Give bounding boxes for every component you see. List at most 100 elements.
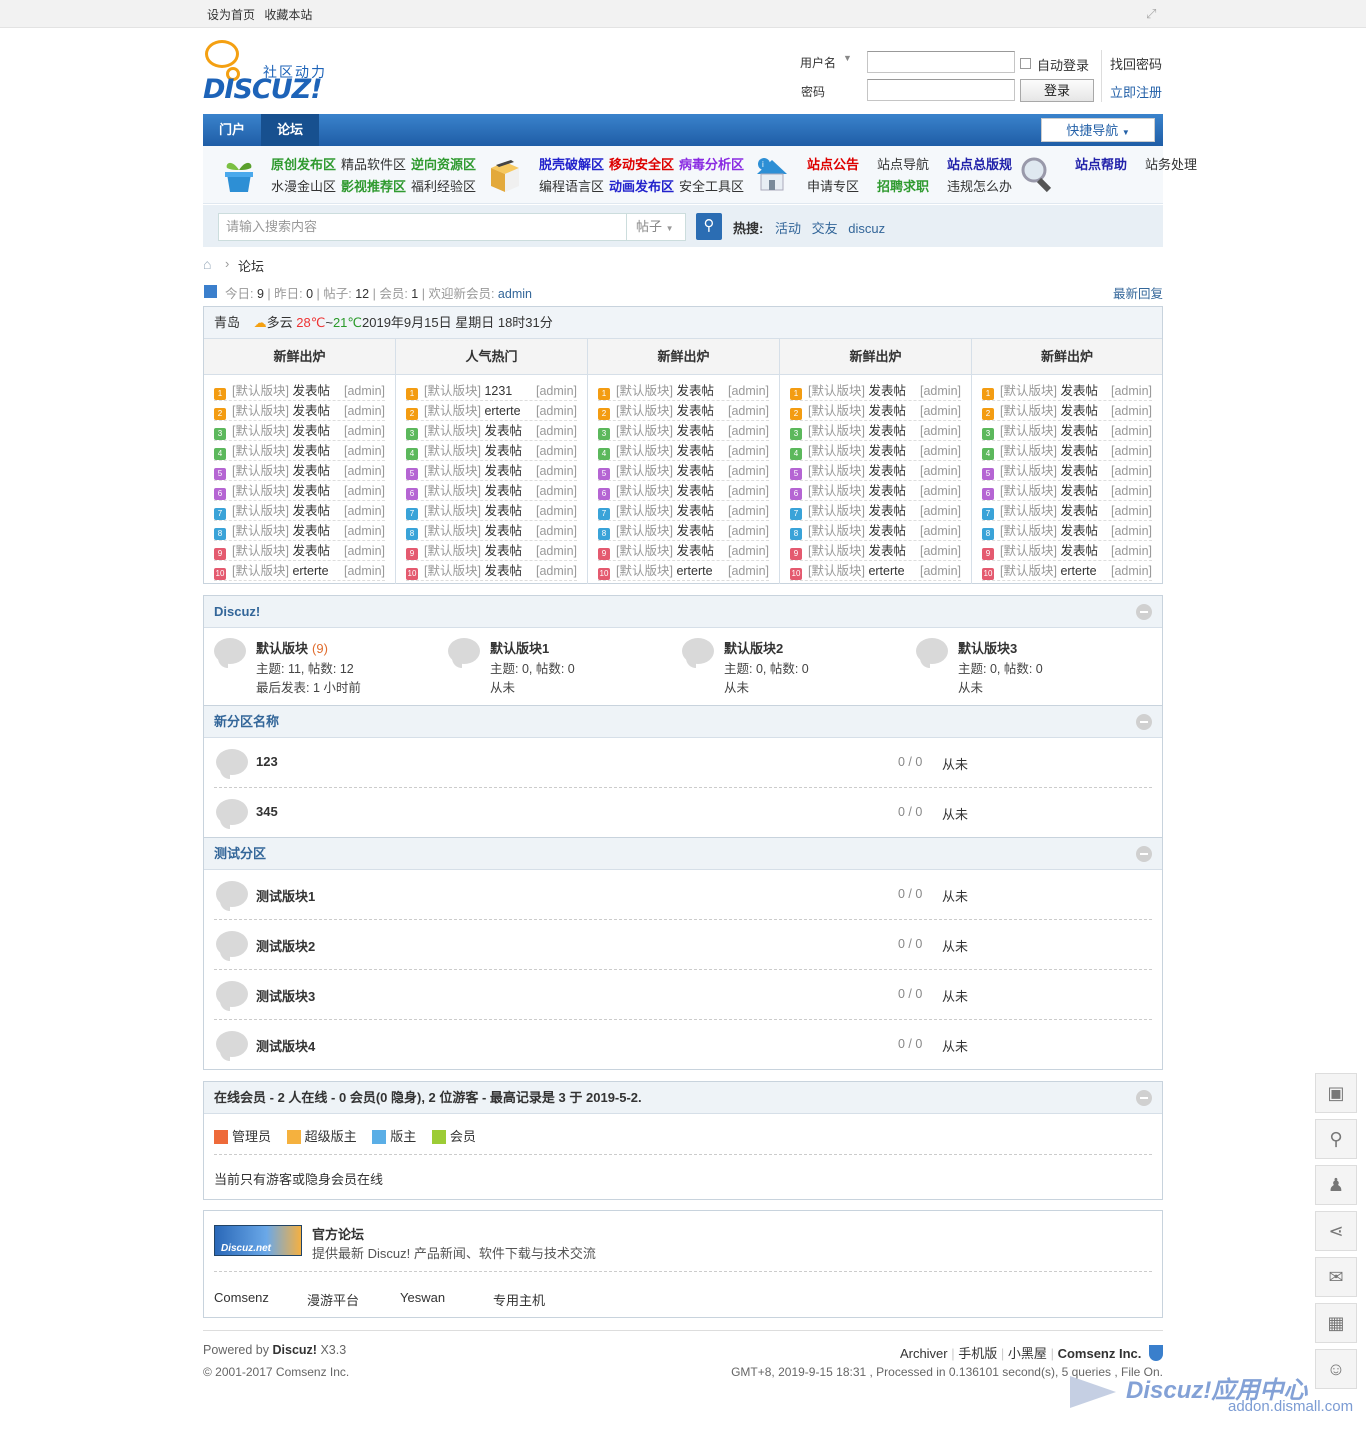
qr-code-button[interactable]: ▦ (1315, 1303, 1357, 1343)
thread-forum[interactable]: [默认版块] (808, 424, 865, 438)
thread-title[interactable]: 发表帖 (676, 484, 714, 498)
thread-title[interactable]: 发表帖 (676, 544, 714, 558)
thread-title[interactable]: 发表帖 (292, 444, 330, 458)
collapse-icon[interactable] (1136, 604, 1152, 620)
thread-forum[interactable]: [默认版块] (424, 424, 481, 438)
thread-title[interactable]: 发表帖 (1060, 424, 1098, 438)
hot-thread-item[interactable]: 3 [默认版块] 发表帖 [admin] (214, 421, 385, 441)
forum-row[interactable]: 测试版块1 0 / 0 从未 (214, 870, 1152, 920)
footer-brand-link[interactable]: Discuz! (273, 1343, 317, 1357)
hot-thread-item[interactable]: 9 [默认版块] 发表帖 [admin] (598, 541, 769, 561)
hot-search-link[interactable]: 交友 (812, 221, 838, 236)
hot-thread-item[interactable]: 8 [默认版块] 发表帖 [admin] (406, 521, 577, 541)
mobile-link[interactable]: 手机版 (958, 1346, 997, 1361)
quick-link[interactable]: 精品软件区 (341, 154, 406, 173)
thread-author[interactable]: [admin] (536, 381, 577, 401)
hot-search-link[interactable]: 活动 (775, 221, 801, 236)
thread-title[interactable]: 发表帖 (868, 424, 906, 438)
friend-link[interactable]: 漫游平台 (307, 1290, 359, 1309)
thread-author[interactable]: [admin] (920, 441, 961, 461)
hot-thread-item[interactable]: 10 [默认版块] erterte [admin] (790, 561, 961, 581)
thread-forum[interactable]: [默认版块] (1000, 424, 1057, 438)
thread-title[interactable]: 发表帖 (292, 524, 330, 538)
quick-link[interactable]: 编程语言区 (539, 176, 604, 195)
official-forum-link[interactable]: 官方论坛 (312, 1224, 364, 1243)
hot-thread-item[interactable]: 1 [默认版块] 发表帖 [admin] (214, 381, 385, 401)
thread-author[interactable]: [admin] (1111, 441, 1152, 461)
thread-forum[interactable]: [默认版块] (424, 384, 481, 398)
thread-title[interactable]: 发表帖 (1060, 484, 1098, 498)
bookmark-link[interactable]: 收藏本站 (264, 8, 312, 22)
hot-thread-item[interactable]: 1 [默认版块] 1231 [admin] (406, 381, 577, 401)
forum-name[interactable]: 测试版块2 (256, 936, 315, 955)
password-input[interactable] (867, 79, 1015, 101)
forum-name[interactable]: 测试版块3 (256, 986, 315, 1005)
hot-thread-item[interactable]: 10 [默认版块] erterte [admin] (214, 561, 385, 581)
hot-thread-item[interactable]: 9 [默认版块] 发表帖 [admin] (982, 541, 1152, 561)
forum-row[interactable]: 123 0 / 0 从未 (214, 738, 1152, 788)
thread-forum[interactable]: [默认版块] (232, 384, 289, 398)
thread-author[interactable]: [admin] (920, 561, 961, 581)
thread-forum[interactable]: [默认版块] (616, 464, 673, 478)
nav-forum[interactable]: 论坛 (261, 114, 319, 146)
thread-forum[interactable]: [默认版块] (616, 504, 673, 518)
thread-forum[interactable]: [默认版块] (808, 504, 865, 518)
forum-name[interactable]: 默认版块2 (724, 638, 787, 657)
thread-title[interactable]: 发表帖 (676, 444, 714, 458)
thread-author[interactable]: [admin] (728, 481, 769, 501)
thread-author[interactable]: [admin] (1111, 481, 1152, 501)
fullscreen-icon[interactable]: ⤢ (1146, 6, 1161, 21)
thread-forum[interactable]: [默认版块] (232, 484, 289, 498)
thread-title[interactable]: 发表帖 (1060, 384, 1098, 398)
quick-link[interactable]: 站点导航 (877, 154, 929, 173)
forum-name[interactable]: 默认版块1 (490, 638, 553, 657)
thread-forum[interactable]: [默认版块] (424, 484, 481, 498)
hot-thread-item[interactable]: 4 [默认版块] 发表帖 [admin] (214, 441, 385, 461)
chevron-down-icon[interactable]: ▼ (843, 53, 852, 63)
thread-forum[interactable]: [默认版块] (232, 524, 289, 538)
thread-forum[interactable]: [默认版块] (424, 444, 481, 458)
thread-author[interactable]: [admin] (536, 561, 577, 581)
forum-name[interactable]: 默认版块3 (958, 638, 1021, 657)
thread-author[interactable]: [admin] (920, 501, 961, 521)
site-logo[interactable]: 社区动力 DISCUZ! (203, 38, 343, 110)
thread-title[interactable]: 发表帖 (868, 484, 906, 498)
hot-thread-item[interactable]: 1 [默认版块] 发表帖 [admin] (982, 381, 1152, 401)
discuz-net-badge[interactable]: Discuz.net (214, 1225, 302, 1256)
hot-thread-item[interactable]: 3 [默认版块] 发表帖 [admin] (790, 421, 961, 441)
thread-forum[interactable]: [默认版块] (232, 424, 289, 438)
hot-thread-item[interactable]: 9 [默认版块] 发表帖 [admin] (214, 541, 385, 561)
hot-thread-item[interactable]: 6 [默认版块] 发表帖 [admin] (598, 481, 769, 501)
thread-title[interactable]: 发表帖 (292, 424, 330, 438)
hot-thread-item[interactable]: 2 [默认版块] 发表帖 [admin] (982, 401, 1152, 421)
thread-forum[interactable]: [默认版块] (808, 404, 865, 418)
thread-forum[interactable]: [默认版块] (1000, 384, 1057, 398)
thread-forum[interactable]: [默认版块] (808, 484, 865, 498)
forum-card[interactable]: 默认版块 (9) 主题: 11, 帖数: 12 最后发表: 1 小时前 (214, 638, 434, 700)
quick-link[interactable]: 逆向资源区 (411, 154, 476, 173)
thread-author[interactable]: [admin] (344, 501, 385, 521)
thread-author[interactable]: [admin] (1111, 561, 1152, 581)
quick-nav-button[interactable]: 快捷导航 ▼ (1041, 118, 1155, 142)
newest-member-link[interactable]: admin (498, 287, 532, 301)
thread-author[interactable]: [admin] (1111, 501, 1152, 521)
forum-name[interactable]: 123 (256, 754, 278, 769)
quick-link[interactable]: 影视推荐区 (341, 176, 406, 195)
side-search-button[interactable]: ⚲ (1315, 1119, 1357, 1159)
hot-thread-item[interactable]: 8 [默认版块] 发表帖 [admin] (214, 521, 385, 541)
thread-forum[interactable]: [默认版块] (616, 544, 673, 558)
thread-forum[interactable]: [默认版块] (808, 524, 865, 538)
quick-link[interactable]: 申请专区 (807, 176, 859, 195)
forum-name[interactable]: 测试版块4 (256, 1036, 315, 1055)
hot-thread-item[interactable]: 5 [默认版块] 发表帖 [admin] (790, 461, 961, 481)
thread-author[interactable]: [admin] (1111, 521, 1152, 541)
nav-portal[interactable]: 门户 (203, 114, 261, 146)
thread-forum[interactable]: [默认版块] (1000, 524, 1057, 538)
thread-forum[interactable]: [默认版块] (616, 404, 673, 418)
forum-row[interactable]: 测试版块2 0 / 0 从未 (214, 920, 1152, 970)
hot-thread-item[interactable]: 6 [默认版块] 发表帖 [admin] (406, 481, 577, 501)
thread-title[interactable]: erterte (676, 564, 712, 578)
thread-title[interactable]: 发表帖 (868, 384, 906, 398)
thread-author[interactable]: [admin] (536, 421, 577, 441)
hot-thread-item[interactable]: 5 [默认版块] 发表帖 [admin] (598, 461, 769, 481)
